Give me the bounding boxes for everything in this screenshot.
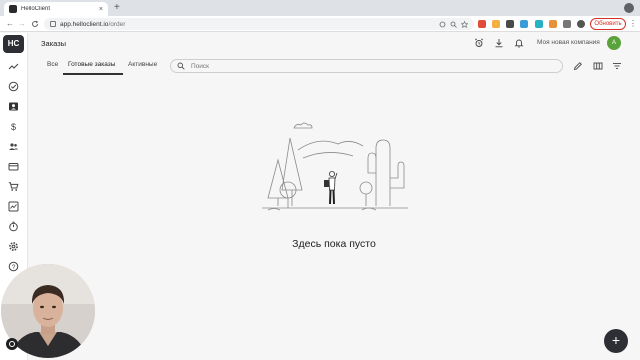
page-title: Заказы	[41, 39, 67, 48]
help-icon[interactable]: ?	[8, 261, 19, 272]
update-button[interactable]: Обновить	[590, 18, 626, 30]
empty-state-illustration	[262, 122, 408, 211]
users-icon[interactable]	[8, 141, 19, 152]
alarm-icon[interactable]	[474, 38, 484, 48]
tab-ready-orders[interactable]: Готовые заказы	[68, 61, 115, 68]
app-logo[interactable]: HC	[3, 35, 24, 53]
bell-icon[interactable]	[514, 38, 524, 48]
contacts-icon[interactable]	[8, 101, 19, 112]
window-control-icon[interactable]	[624, 3, 634, 13]
settings-icon[interactable]	[8, 241, 19, 252]
edit-icon[interactable]	[573, 61, 583, 71]
svg-text:?: ?	[12, 264, 16, 271]
url-text[interactable]: app.helloclient.io/order	[60, 21, 435, 28]
cart-icon[interactable]	[8, 181, 19, 192]
tab-active[interactable]: Активные	[128, 61, 157, 68]
browser-menu-icon[interactable]: ⋮	[629, 19, 637, 29]
app-header: Заказы Моя новая компания A	[29, 33, 640, 53]
company-selector[interactable]: Моя новая компания	[537, 39, 600, 46]
filter-icon[interactable]	[612, 61, 622, 71]
recorder-icon[interactable]	[6, 338, 18, 350]
tab-all[interactable]: Все	[47, 61, 58, 68]
extension-icon-3[interactable]	[506, 20, 514, 28]
new-tab-button[interactable]: +	[114, 2, 120, 14]
extension-icon-5[interactable]	[535, 20, 543, 28]
timer-icon[interactable]	[8, 221, 19, 232]
forward-button[interactable]: →	[18, 18, 26, 30]
browser-toolbar: ← → app.helloclient.io/order Обновить ⋮	[0, 16, 640, 32]
avatar[interactable]: A	[607, 36, 621, 50]
active-tab-indicator	[63, 73, 123, 75]
trend-icon[interactable]	[8, 61, 19, 72]
browser-tabstrip: HelloClient × +	[0, 0, 640, 16]
svg-text:$: $	[11, 122, 16, 132]
empty-state-message: Здесь пока пусто	[292, 238, 376, 250]
card-icon[interactable]	[8, 161, 19, 172]
download-icon[interactable]	[494, 38, 504, 48]
browser-tab[interactable]: HelloClient ×	[4, 2, 108, 16]
check-circle-icon[interactable]	[8, 81, 19, 92]
columns-icon[interactable]	[593, 61, 603, 71]
extension-icon-4[interactable]	[520, 20, 528, 28]
back-button[interactable]: ←	[6, 18, 14, 30]
puzzle-icon[interactable]	[563, 20, 571, 28]
chart-icon[interactable]	[8, 201, 19, 212]
extension-icon-1[interactable]	[478, 20, 486, 28]
lock-icon	[50, 21, 56, 27]
cast-icon[interactable]	[439, 21, 446, 28]
search-icon	[177, 62, 185, 70]
profile-icon[interactable]	[577, 20, 585, 28]
extension-icon-2[interactable]	[492, 20, 500, 28]
extension-icon-6[interactable]	[549, 20, 557, 28]
close-tab-icon[interactable]: ×	[99, 6, 103, 13]
zoom-icon[interactable]	[450, 21, 457, 28]
add-order-button[interactable]: +	[604, 329, 628, 353]
reload-icon	[32, 20, 39, 27]
dollar-icon[interactable]: $	[8, 121, 19, 132]
search-input[interactable]	[191, 62, 556, 70]
bookmark-star-icon[interactable]	[461, 20, 468, 28]
reload-button[interactable]	[31, 18, 39, 32]
browser-tab-title: HelloClient	[21, 6, 51, 12]
address-bar[interactable]: app.helloclient.io/order	[44, 18, 474, 30]
favicon-icon	[9, 5, 17, 13]
search-bar[interactable]	[170, 59, 563, 73]
